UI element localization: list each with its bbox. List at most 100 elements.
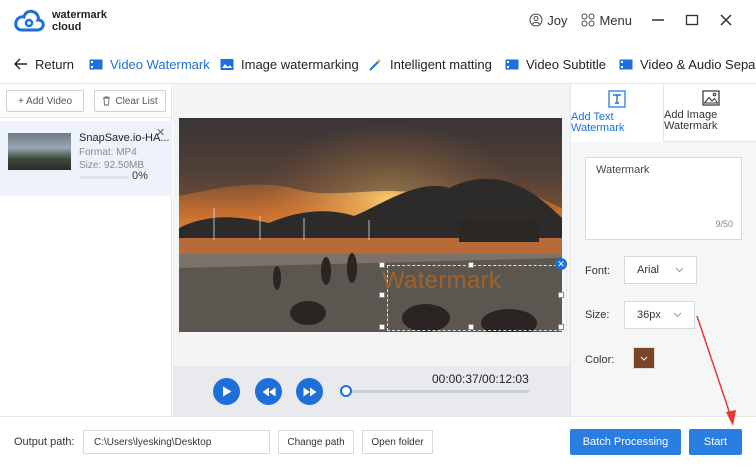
cloud-logo-icon	[14, 9, 45, 32]
playback-controls: 00:00:37/00:12:03	[173, 366, 570, 416]
watermark-settings-panel: Add Text Watermark Add Image Watermark W…	[570, 84, 756, 416]
add-video-button[interactable]: + Add Video	[6, 90, 84, 112]
output-path-field[interactable]: C:\Users\lyesking\Desktop	[83, 430, 270, 454]
play-icon	[222, 386, 231, 397]
arrow-left-icon	[14, 58, 27, 70]
video-icon	[619, 59, 633, 69]
tab-label: Video Subtitle	[526, 56, 606, 72]
output-bar: Output path: C:\Users\lyesking\Desktop C…	[0, 416, 756, 466]
resize-handle[interactable]	[379, 292, 385, 298]
close-button[interactable]	[718, 12, 734, 28]
tab-video-subtitle[interactable]: Video Subtitle	[505, 44, 606, 83]
logo-line-2: cloud	[52, 21, 82, 33]
resize-handle[interactable]	[558, 292, 564, 298]
tab-return[interactable]: Return	[14, 44, 74, 83]
change-path-label: Change path	[287, 436, 345, 448]
fast-forward-button[interactable]	[296, 378, 323, 405]
resize-handle[interactable]	[468, 324, 474, 330]
size-select[interactable]: 36px	[624, 301, 695, 329]
chevron-down-icon	[640, 356, 648, 361]
tab-label: Video Watermark	[110, 56, 210, 72]
fast-forward-icon	[303, 387, 316, 396]
rewind-icon	[262, 387, 275, 396]
seek-bar[interactable]	[345, 390, 529, 393]
trash-icon	[103, 96, 111, 106]
logo-line-1: watermark	[52, 9, 108, 21]
chevron-down-icon	[675, 267, 684, 273]
resize-handle[interactable]	[468, 262, 474, 268]
maximize-button[interactable]	[684, 12, 700, 28]
batch-processing-label: Batch Processing	[582, 436, 669, 448]
image-icon	[701, 90, 720, 106]
user-name: Joy	[547, 12, 568, 28]
minimize-button[interactable]	[650, 12, 666, 28]
clear-list-button[interactable]: Clear List	[94, 90, 166, 112]
open-folder-button[interactable]: Open folder	[362, 430, 433, 454]
file-progress-bar	[79, 176, 129, 179]
tab-add-image-label: Add Image Watermark	[664, 109, 718, 132]
tab-video-audio-separation[interactable]: Video & Audio Sepa	[619, 44, 756, 83]
font-select[interactable]: Arial	[624, 256, 697, 284]
menu-grid-icon	[581, 13, 595, 27]
tab-add-text-watermark[interactable]: Add Text Watermark	[571, 84, 663, 142]
batch-processing-button[interactable]: Batch Processing	[570, 429, 681, 455]
font-value: Arial	[637, 264, 660, 276]
user-icon	[529, 13, 543, 27]
preview-area: Watermark ✕ 00:00:37/00:12:03	[173, 84, 570, 416]
magic-wand-icon	[369, 58, 382, 71]
play-button[interactable]	[213, 378, 240, 405]
text-watermark-settings: Watermark 9/50 Font: Arial Size: 36px Co…	[571, 142, 756, 416]
color-label: Color:	[585, 354, 615, 366]
size-label: Size:	[585, 309, 610, 321]
minimize-icon	[652, 19, 664, 21]
size-value: 36px	[637, 309, 661, 321]
watermark-text-input[interactable]: Watermark 9/50	[585, 157, 742, 240]
rewind-button[interactable]	[255, 378, 282, 405]
tab-add-image-watermark[interactable]: Add Image Watermark	[663, 84, 756, 142]
video-thumbnail	[8, 133, 71, 170]
feature-tabs: Return Video Watermark Image watermarkin…	[0, 44, 756, 84]
file-progress-percent: 0%	[132, 170, 148, 182]
maximize-icon	[685, 14, 699, 26]
title-bar: watermark cloud Joy Menu	[0, 0, 756, 44]
open-folder-label: Open folder	[371, 436, 424, 448]
tab-add-text-label: Add Text Watermark	[571, 111, 625, 134]
resize-handle[interactable]	[379, 324, 385, 330]
start-label: Start	[703, 436, 728, 448]
watermark-overlay-text[interactable]: Watermark	[382, 267, 501, 295]
tab-video-watermark[interactable]: Video Watermark	[89, 44, 210, 83]
font-label: Font:	[585, 265, 611, 277]
file-list-panel: + Add Video Clear List SnapSave.io-HA...…	[0, 84, 172, 416]
tab-label: Intelligent matting	[390, 56, 492, 72]
output-path-value: C:\Users\lyesking\Desktop	[94, 436, 212, 448]
tab-intelligent-matting[interactable]: Intelligent matting	[369, 44, 492, 83]
file-list-toolbar: + Add Video Clear List	[0, 84, 171, 118]
image-icon	[220, 58, 234, 70]
start-button[interactable]: Start	[689, 429, 742, 455]
video-icon	[505, 59, 519, 69]
chevron-down-icon	[673, 312, 682, 318]
menu-button[interactable]: Menu	[581, 13, 632, 28]
remove-file-icon[interactable]: ✕	[156, 126, 165, 139]
remove-watermark-icon[interactable]: ✕	[555, 258, 567, 270]
tab-label: Video & Audio Sepa	[640, 56, 756, 72]
change-path-button[interactable]: Change path	[278, 430, 354, 454]
output-path-label: Output path:	[14, 436, 75, 448]
text-icon	[608, 90, 626, 108]
add-video-label: + Add Video	[17, 95, 73, 107]
resize-handle[interactable]	[379, 262, 385, 268]
tab-image-watermarking[interactable]: Image watermarking	[220, 44, 359, 83]
watermark-text-value: Watermark	[596, 164, 650, 176]
timecode: 00:00:37/00:12:03	[432, 372, 529, 386]
color-picker-button[interactable]	[633, 347, 655, 369]
menu-label: Menu	[599, 12, 632, 28]
character-counter: 9/50	[715, 219, 733, 229]
video-icon	[89, 59, 103, 69]
resize-handle[interactable]	[558, 324, 564, 330]
seek-handle[interactable]	[340, 385, 352, 397]
app-logo: watermark cloud	[14, 8, 107, 34]
user-account[interactable]: Joy	[529, 13, 567, 28]
file-format: Format: MP4	[79, 147, 137, 158]
clear-list-label: Clear List	[115, 95, 158, 107]
file-list-item[interactable]: SnapSave.io-HA... Format: MP4 Size: 92.5…	[0, 121, 172, 196]
